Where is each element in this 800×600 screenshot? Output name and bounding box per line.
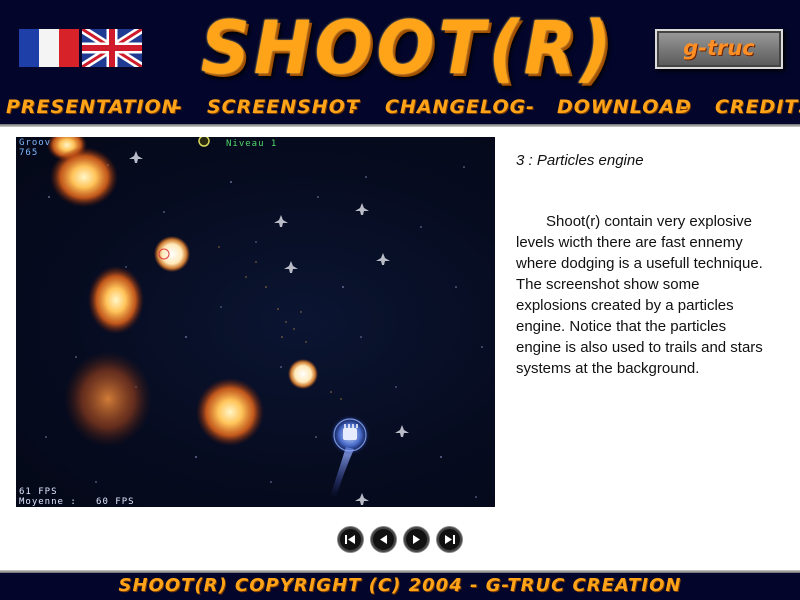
nav-item-credits[interactable]: Credits bbox=[715, 96, 800, 118]
description-body: Shoot(r) contain very explosive levels w… bbox=[516, 213, 763, 377]
hud-level: Niveau 1 bbox=[226, 139, 278, 149]
site-logo: SHOOT(R) bbox=[200, 5, 616, 92]
hud-groove-label: Groov bbox=[19, 138, 52, 148]
nav-item-screenshot[interactable]: Screenshot bbox=[207, 96, 360, 118]
nav-item-download[interactable]: Download bbox=[557, 96, 692, 118]
game-screenshot: Groov 765 Niveau 1 61 FPS Moyenne : 60 F… bbox=[16, 137, 495, 507]
gtruc-link-badge[interactable]: g-truc bbox=[655, 29, 783, 69]
description-title: 3 : Particles engine bbox=[516, 152, 644, 169]
previous-icon bbox=[380, 535, 387, 544]
previous-screenshot-button[interactable] bbox=[371, 527, 396, 552]
first-screenshot-button[interactable] bbox=[338, 527, 363, 552]
nav-separator: - bbox=[174, 96, 183, 118]
hud-average-fps: Moyenne : 60 FPS bbox=[19, 497, 135, 507]
last-screenshot-button[interactable] bbox=[437, 527, 462, 552]
site-header: SHOOT(R) g-truc Presentation - Screensho… bbox=[0, 0, 800, 127]
first-icon bbox=[345, 535, 355, 544]
screenshot-description: 3 : Particles engine Shoot(r) contain ve… bbox=[516, 150, 774, 379]
nav-item-presentation[interactable]: Presentation bbox=[6, 96, 179, 118]
nav-item-changelog[interactable]: Changelog bbox=[385, 96, 526, 118]
copyright-text: Shoot(r) Copyright (c) 2004 - G-Truc Cre… bbox=[118, 575, 682, 596]
france-flag-icon[interactable] bbox=[19, 29, 79, 67]
nav-separator: - bbox=[680, 96, 689, 118]
hud-fps: 61 FPS bbox=[19, 487, 58, 497]
site-footer: Shoot(r) Copyright (c) 2004 - G-Truc Cre… bbox=[0, 570, 800, 600]
main-nav: Presentation - Screenshot - Changelog - … bbox=[0, 94, 800, 124]
last-icon bbox=[445, 535, 455, 544]
uk-flag-icon[interactable] bbox=[82, 29, 142, 67]
nav-separator: - bbox=[350, 96, 359, 118]
next-screenshot-button[interactable] bbox=[404, 527, 429, 552]
game-scene bbox=[45, 137, 483, 505]
hud-score: 765 bbox=[19, 148, 39, 158]
nav-separator: - bbox=[526, 96, 535, 118]
next-icon bbox=[413, 535, 420, 544]
